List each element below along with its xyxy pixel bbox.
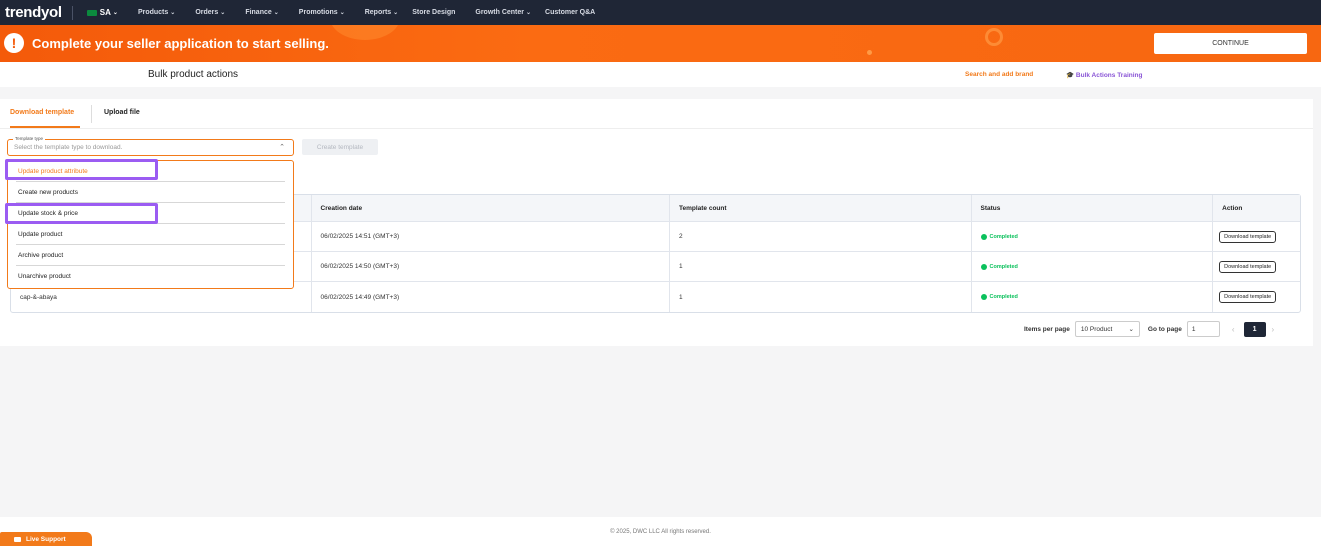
decorative-blob <box>330 25 400 40</box>
template-type-label: Template type <box>13 136 46 141</box>
row-action: Download template <box>1213 252 1300 281</box>
trendyol-logo[interactable]: trendyol <box>5 4 62 21</box>
header-template-count: Template count <box>670 195 972 221</box>
nav-store-design[interactable]: Store Design <box>412 9 455 16</box>
highlight-box <box>5 203 158 224</box>
chevron-down-icon: ⌄ <box>273 10 279 16</box>
row-date: 06/02/2025 14:51 (GMT+3) <box>312 222 670 251</box>
search-add-brand-link[interactable]: Search and add brand <box>965 71 1033 78</box>
continue-button[interactable]: CONTINUE <box>1154 33 1307 54</box>
check-circle-icon <box>980 263 987 270</box>
chevron-down-icon: ⌄ <box>220 10 226 16</box>
active-tab-underline <box>10 126 80 128</box>
option-update-product[interactable]: Update product <box>8 224 293 245</box>
warning-icon: ! <box>4 33 24 53</box>
highlight-box <box>5 159 158 180</box>
chevron-up-icon: ⌃ <box>279 144 285 151</box>
chevron-down-icon: ⌄ <box>339 10 345 16</box>
page-number-current[interactable]: 1 <box>1243 321 1266 337</box>
row-status: Completed <box>972 252 1214 281</box>
items-per-page-label: Items per page <box>1024 325 1070 333</box>
go-to-page-input[interactable] <box>1186 321 1220 337</box>
live-support-button[interactable]: Live Support <box>0 532 92 546</box>
header-status: Status <box>972 195 1214 221</box>
chevron-down-icon: ⌄ <box>1128 326 1134 333</box>
chevron-down-icon: ⌄ <box>393 10 399 16</box>
row-status: Completed <box>972 222 1214 251</box>
row-count: 1 <box>670 282 972 312</box>
nav-divider <box>71 5 73 20</box>
seller-application-banner: ! Complete your seller application to st… <box>0 25 1321 62</box>
pagination: Items per page 10 Product ⌄ Go to page ‹… <box>1024 321 1274 337</box>
banner-message: Complete your seller application to star… <box>32 36 329 51</box>
go-to-page-label: Go to page <box>1147 325 1182 333</box>
page-title: Bulk product actions <box>148 69 239 80</box>
download-template-button[interactable]: Download template <box>1219 291 1277 303</box>
top-navigation: trendyol SA ⌄ Products ⌄ Orders ⌄ Finance ⌄… <box>0 0 1321 25</box>
bulk-actions-training-link[interactable]: 🎓 Bulk Actions Training <box>1066 71 1142 79</box>
tab-divider <box>91 105 92 123</box>
option-unarchive-product[interactable]: Unarchive product <box>8 266 293 287</box>
chevron-down-icon: ⌄ <box>170 10 176 16</box>
region-label: SA <box>99 8 111 17</box>
status-badge: Completed <box>980 233 1018 240</box>
template-type-placeholder: Select the template type to download. <box>14 144 123 151</box>
nav-orders[interactable]: Orders ⌄ <box>195 9 225 16</box>
nav-promotions[interactable]: Promotions ⌄ <box>299 9 345 16</box>
download-template-button[interactable]: Download template <box>1219 260 1277 273</box>
header-action: Action <box>1222 204 1243 212</box>
flag-icon <box>86 9 97 16</box>
chevron-down-icon: ⌄ <box>112 10 118 16</box>
nav-finance[interactable]: Finance ⌄ <box>245 9 278 16</box>
items-per-page-select[interactable]: 10 Product ⌄ <box>1074 321 1140 337</box>
copyright-footer: © 2025, DWC LLC All rights reserved. <box>610 529 711 535</box>
row-date: 06/02/2025 14:49 (GMT+3) <box>312 282 670 312</box>
nav-reports[interactable]: Reports ⌄ <box>365 9 398 16</box>
check-circle-icon <box>980 233 987 240</box>
create-template-button[interactable]: Create template <box>302 139 378 155</box>
row-action: Download template <box>1213 282 1300 312</box>
decorative-dot <box>867 50 872 55</box>
header-creation-date: Creation date <box>312 195 670 221</box>
chevron-right-icon[interactable]: › <box>1272 325 1275 334</box>
chevron-left-icon[interactable]: ‹ <box>1232 325 1235 334</box>
row-date: 06/02/2025 14:50 (GMT+3) <box>312 252 670 281</box>
graduation-cap-icon: 🎓 <box>1066 72 1075 79</box>
status-badge: Completed <box>980 263 1018 270</box>
region-selector[interactable]: SA ⌄ <box>86 8 118 17</box>
row-action: Download template <box>1213 222 1300 251</box>
tab-download-template[interactable]: Download template <box>10 109 74 116</box>
chat-icon <box>14 536 21 542</box>
row-count: 2 <box>670 222 972 251</box>
option-archive-product[interactable]: Archive product <box>8 245 293 266</box>
row-status: Completed <box>972 282 1214 312</box>
nav-growth-center[interactable]: Growth Center ⌄ <box>475 9 531 16</box>
nav-customer-qa[interactable]: Customer Q&A <box>545 9 595 16</box>
chevron-down-icon: ⌄ <box>526 10 532 16</box>
check-circle-icon <box>980 294 987 300</box>
decorative-ring <box>985 28 1003 46</box>
tab-upload-file[interactable]: Upload file <box>104 109 140 116</box>
download-template-button[interactable]: Download template <box>1219 230 1277 243</box>
status-badge: Completed <box>980 294 1018 300</box>
option-create-new-products[interactable]: Create new products <box>8 182 293 203</box>
tab-bar: Download template Upload file <box>0 99 1313 129</box>
template-type-select[interactable]: Template type Select the template type t… <box>7 136 294 156</box>
row-count: 1 <box>670 252 972 281</box>
nav-products[interactable]: Products ⌄ <box>138 9 175 16</box>
page-header: Bulk product actions Search and add bran… <box>0 62 1321 87</box>
